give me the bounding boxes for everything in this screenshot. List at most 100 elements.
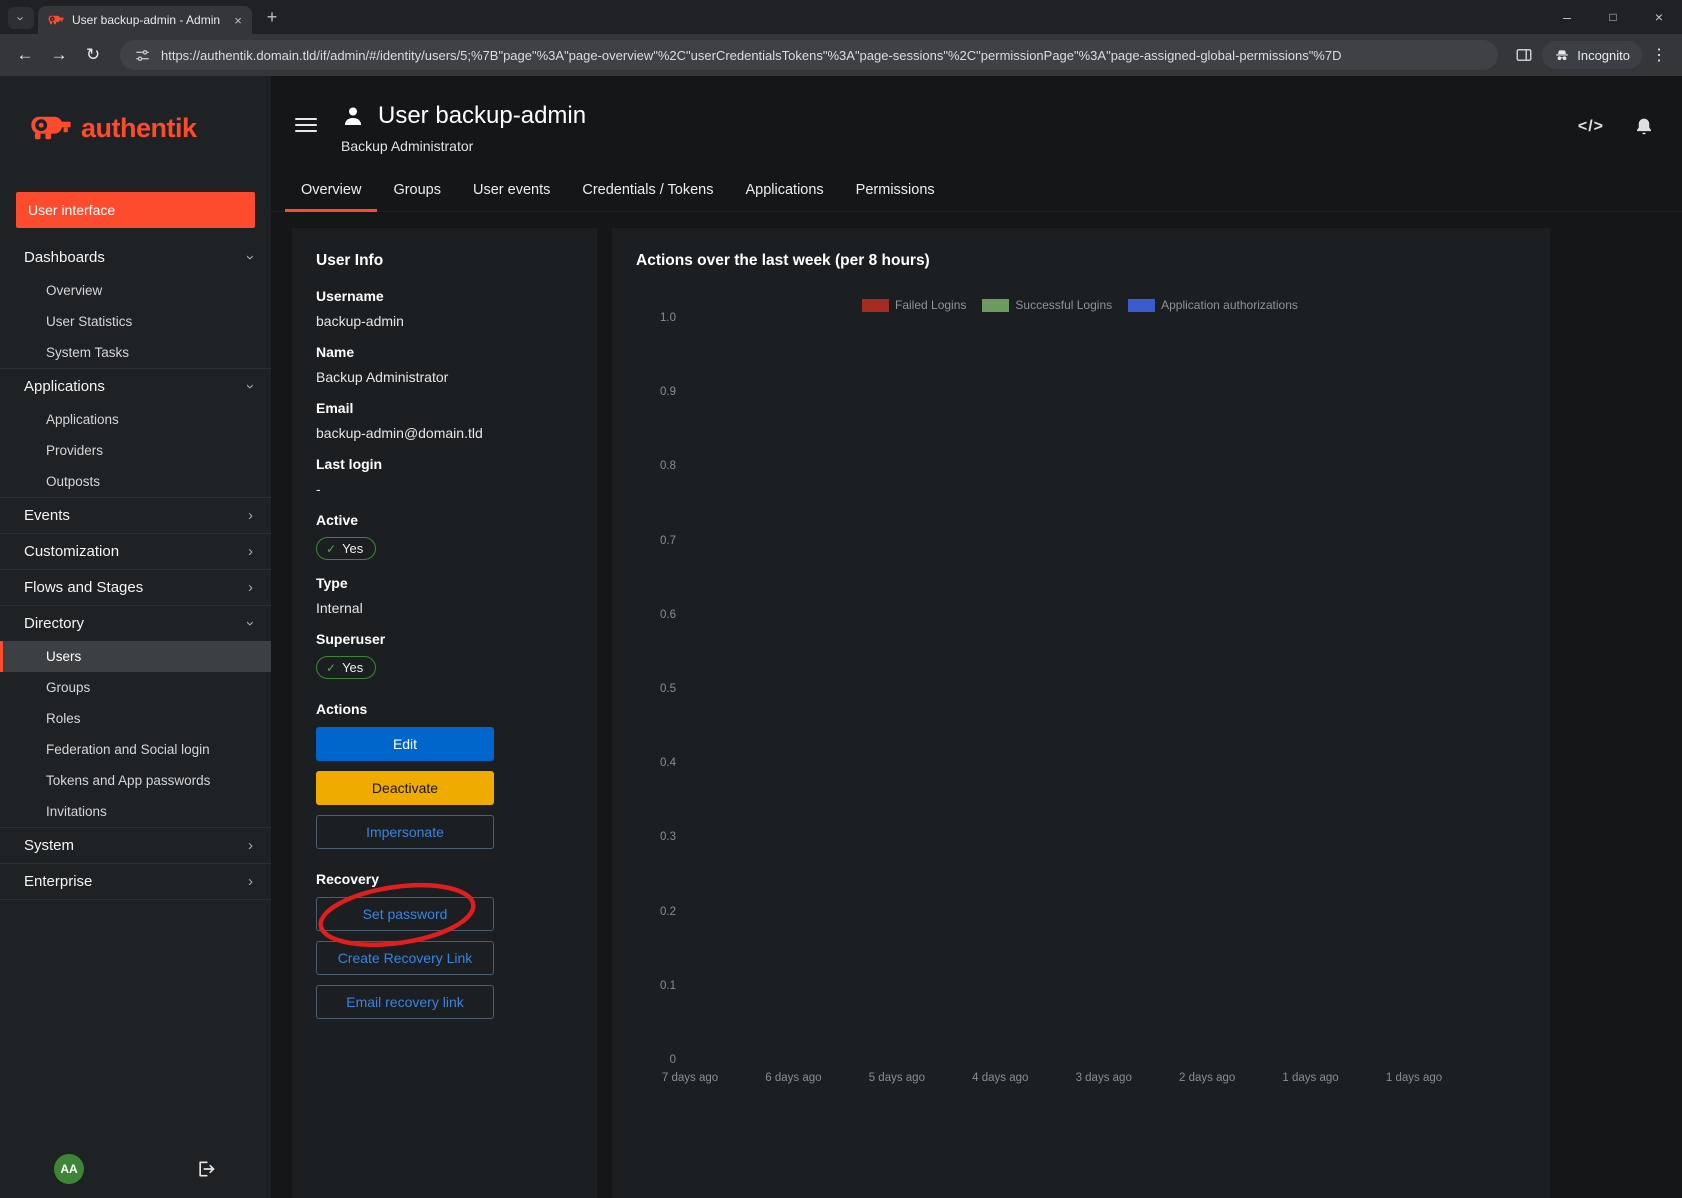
sidebar-item-providers[interactable]: Providers (0, 435, 271, 466)
sidebar-item-users[interactable]: Users (0, 641, 271, 672)
sidebar-section-customization[interactable]: Customization › (0, 534, 271, 569)
sidebar-item-applications[interactable]: Applications (0, 404, 271, 435)
sidebar-section-flows-and-stages[interactable]: Flows and Stages › (0, 570, 271, 605)
sidebar-section-dashboards[interactable]: Dashboards › (0, 240, 271, 275)
legend-item-application-authorizations[interactable]: Application authorizations (1128, 298, 1298, 312)
sidebar-item-tokens-and-app-passwords[interactable]: Tokens and App passwords (0, 765, 271, 796)
browser-tab-strip: › User backup-admin - Admin - a × + – □ … (0, 0, 1682, 34)
sidebar-section-enterprise[interactable]: Enterprise › (0, 864, 271, 899)
sidebar-item-outposts[interactable]: Outposts (0, 466, 271, 497)
logout-icon[interactable] (196, 1159, 216, 1179)
create-recovery-link-button[interactable]: Create Recovery Link (316, 941, 494, 975)
legend-swatch (1128, 298, 1156, 312)
check-icon: ✓ (326, 660, 337, 675)
side-panel-icon[interactable] (1510, 41, 1538, 69)
reload-icon[interactable]: ↻ (78, 40, 108, 70)
window-minimize-button[interactable]: – (1544, 0, 1590, 34)
browser-tab[interactable]: User backup-admin - Admin - a × (38, 6, 252, 34)
chevron-down-icon: › (242, 384, 259, 389)
user-info-fields: Username backup-admin Name Backup Administr… (316, 288, 573, 679)
sidebar-item-overview[interactable]: Overview (0, 275, 271, 306)
set-password-button[interactable]: Set password (316, 897, 494, 931)
section-label-text: Directory (24, 615, 85, 632)
sidebar-item-invitations[interactable]: Invitations (0, 796, 271, 827)
badge-label: Yes (342, 541, 364, 556)
chevron-right-icon: › (248, 837, 253, 854)
sidebar-item-system-tasks[interactable]: System Tasks (0, 337, 271, 368)
x-axis-tick-label: 5 days ago (868, 1072, 925, 1084)
user-interface-button[interactable]: User interface (16, 192, 255, 228)
recovery-buttons: Set password Create Recovery Link Email re… (316, 883, 573, 1019)
card-title: User Info (316, 252, 384, 269)
field-label: Superuser (316, 631, 386, 647)
authentik-logo-icon (31, 116, 71, 140)
browser-toolbar: ← → ↻ https://authentik.domain.tld/if/ad… (0, 34, 1682, 76)
address-bar[interactable]: https://authentik.domain.tld/if/admin/#/… (120, 40, 1499, 70)
chevron-down-icon: › (242, 255, 259, 260)
y-axis-tick-label: 0.2 (660, 905, 676, 918)
sidebar-item-groups[interactable]: Groups (0, 672, 271, 703)
sidebar-section-system[interactable]: System › (0, 828, 271, 863)
email-recovery-link-button[interactable]: Email recovery link (316, 985, 494, 1019)
edit-button[interactable]: Edit (316, 727, 494, 761)
tab-overview[interactable]: Overview (285, 172, 378, 212)
hamburger-menu-icon[interactable] (295, 118, 317, 132)
window-maximize-button[interactable]: □ (1590, 0, 1636, 34)
field-value: Backup Administrator (316, 369, 449, 385)
chart-card: Actions over the last week (per 8 hours)… (612, 228, 1550, 1198)
y-axis-tick-label: 0.8 (660, 460, 676, 473)
new-tab-button[interactable]: + (258, 3, 286, 31)
window-close-button[interactable]: × (1636, 0, 1682, 34)
incognito-label: Incognito (1577, 47, 1630, 63)
browser-window: › User backup-admin - Admin - a × + – □ … (0, 0, 1682, 1198)
sidebar-section-applications[interactable]: Applications › (0, 369, 271, 404)
section-label-text: System (24, 837, 75, 854)
tab-search-button[interactable]: › (8, 7, 34, 29)
sidebar-footer: AA (0, 1140, 271, 1198)
chevron-right-icon: › (248, 579, 253, 596)
legend-label: Application authorizations (1161, 298, 1298, 312)
tab-applications[interactable]: Applications (729, 172, 839, 211)
sidebar-item-user-statistics[interactable]: User Statistics (0, 306, 271, 337)
sidebar-nav: Dashboards › Overview User Statistics System… (0, 240, 271, 900)
x-axis-tick-label: 4 days ago (972, 1072, 1029, 1084)
legend-swatch (862, 298, 889, 312)
tab-credentials-tokens[interactable]: Credentials / Tokens (566, 172, 729, 211)
status-badge: ✓ Yes (316, 656, 377, 679)
site-info-icon[interactable] (134, 47, 151, 64)
field-username: Username backup-admin (316, 288, 573, 329)
brand-name: authentik (81, 112, 197, 143)
sidebar: authentik User interface Dashboards › Over… (0, 76, 271, 1198)
chevron-right-icon: › (248, 543, 253, 560)
back-icon[interactable]: ← (10, 40, 40, 70)
api-code-icon[interactable]: </> (1578, 118, 1604, 136)
impersonate-button[interactable]: Impersonate (316, 815, 494, 849)
tab-permissions[interactable]: Permissions (840, 172, 951, 211)
notifications-bell-icon[interactable] (1634, 116, 1654, 137)
legend-item-successful-logins[interactable]: Successful Logins (982, 298, 1112, 312)
content-area: User Info Username backup-admin Name Backup… (271, 212, 1682, 1198)
tab-groups[interactable]: Groups (377, 172, 457, 211)
sidebar-item-federation-and-social-login[interactable]: Federation and Social login (0, 734, 271, 765)
legend-item-failed-logins[interactable]: Failed Logins (862, 298, 966, 312)
field-label: Last login (316, 456, 383, 472)
sidebar-item-roles[interactable]: Roles (0, 703, 271, 734)
avatar[interactable]: AA (54, 1154, 84, 1184)
legend-swatch (982, 298, 1010, 312)
actions-buttons: Edit Deactivate Impersonate (316, 727, 573, 849)
sidebar-section-directory[interactable]: Directory › (0, 606, 271, 641)
url-text[interactable]: https://authentik.domain.tld/if/admin/#/… (161, 48, 1342, 63)
field-label: Active (316, 512, 359, 528)
incognito-badge[interactable]: Incognito (1542, 41, 1642, 69)
tab-user-events[interactable]: User events (457, 172, 566, 211)
browser-menu-icon[interactable]: ⋮ (1646, 45, 1672, 65)
brand[interactable]: authentik (0, 76, 271, 180)
forward-icon[interactable]: → (44, 40, 74, 70)
field-email: Email backup-admin@domain.tld (316, 400, 573, 441)
field-type: Type Internal (316, 575, 573, 616)
deactivate-button[interactable]: Deactivate (316, 771, 494, 805)
field-active: Active ✓ Yes (316, 512, 573, 560)
main-content: User backup-admin Backup Administrator <… (271, 76, 1682, 1198)
close-tab-icon[interactable]: × (230, 12, 246, 28)
sidebar-section-events[interactable]: Events › (0, 498, 271, 533)
